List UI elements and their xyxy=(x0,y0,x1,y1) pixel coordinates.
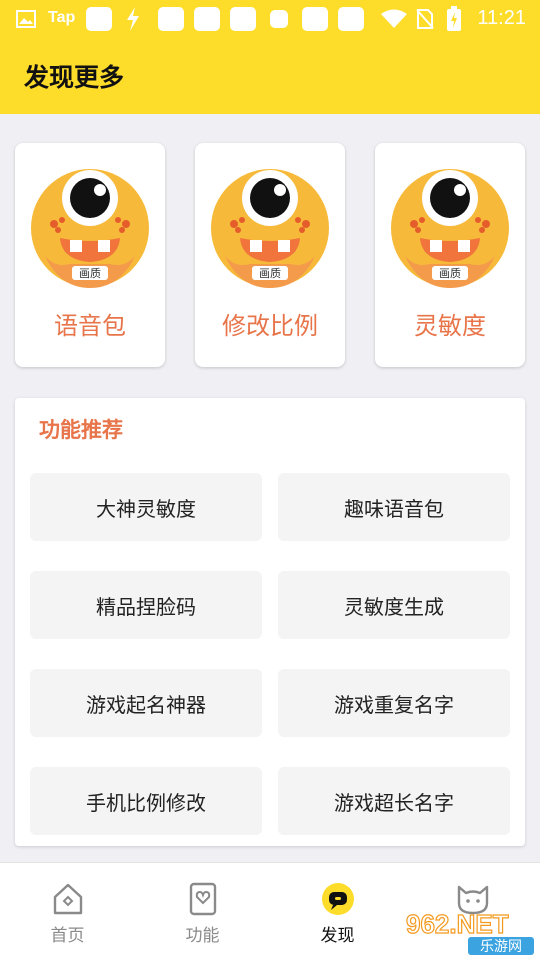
nav-label: 发现 xyxy=(320,926,355,946)
mascot-avatar-icon: 画质 xyxy=(211,169,329,288)
avatar-text: 画质 xyxy=(259,267,281,280)
notification-icon xyxy=(230,7,256,31)
function-icon xyxy=(189,882,216,916)
function-button-duplicate-name[interactable]: 游戏重复名字 xyxy=(278,669,510,737)
card-label: 语音包 xyxy=(54,312,126,340)
nav-item-discover[interactable]: 发现 xyxy=(270,863,405,960)
no-sim-icon xyxy=(416,9,434,29)
mascot-avatar-icon: 画质 xyxy=(391,169,509,288)
function-button-sensitivity-generator[interactable]: 灵敏度生成 xyxy=(278,571,510,639)
clock: 11:21 xyxy=(477,7,526,29)
avatar-text: 画质 xyxy=(439,267,461,280)
status-bar: Tap 11:21 xyxy=(0,0,540,38)
function-button-name-generator[interactable]: 游戏起名神器 xyxy=(30,669,262,737)
bolt-icon xyxy=(127,7,139,31)
function-panel: 功能推荐 大神灵敏度 趣味语音包 精品捏脸码 灵敏度生成 游戏起名神器 游戏重复… xyxy=(15,398,525,846)
nav-item-home[interactable]: 首页 xyxy=(0,863,135,960)
function-button-fun-voice-pack[interactable]: 趣味语音包 xyxy=(278,473,510,541)
notification-icon xyxy=(338,7,364,31)
card-sensitivity[interactable]: 画质 灵敏度 xyxy=(375,143,525,367)
function-button-face-codes[interactable]: 精品捏脸码 xyxy=(30,571,262,639)
nav-item-functions[interactable]: 功能 xyxy=(135,863,270,960)
avatar-text: 画质 xyxy=(79,267,101,280)
notification-icon xyxy=(302,7,328,31)
watermark-subtext: 乐游网 xyxy=(480,939,522,955)
header: 发现更多 xyxy=(0,38,540,114)
notification-icon xyxy=(270,10,288,28)
card-voice-pack[interactable]: 画质 语音包 xyxy=(15,143,165,367)
wifi-icon xyxy=(381,9,407,28)
discover-icon xyxy=(321,883,354,915)
function-button-pro-sensitivity[interactable]: 大神灵敏度 xyxy=(30,473,262,541)
mascot-avatar-icon: 画质 xyxy=(31,169,149,288)
nav-label: 功能 xyxy=(185,926,220,946)
tap-app-icon: Tap xyxy=(48,9,76,26)
page-title: 发现更多 xyxy=(24,63,125,92)
section-title: 功能推荐 xyxy=(39,418,123,442)
home-icon xyxy=(53,883,82,915)
card-modify-ratio[interactable]: 画质 修改比例 xyxy=(195,143,345,367)
watermark-text: 962.NET xyxy=(406,909,509,939)
watermark-logo: 962.NET 乐游网 xyxy=(405,908,534,955)
function-button-ratio-modify[interactable]: 手机比例修改 xyxy=(30,767,262,835)
function-button-long-name[interactable]: 游戏超长名字 xyxy=(278,767,510,835)
notification-icon xyxy=(194,7,220,31)
notification-icon xyxy=(86,7,112,31)
image-icon xyxy=(16,10,36,28)
battery-icon xyxy=(447,6,461,31)
card-label: 修改比例 xyxy=(222,312,318,340)
notification-icon xyxy=(158,7,184,31)
nav-label: 首页 xyxy=(50,926,85,946)
card-label: 灵敏度 xyxy=(414,312,486,340)
